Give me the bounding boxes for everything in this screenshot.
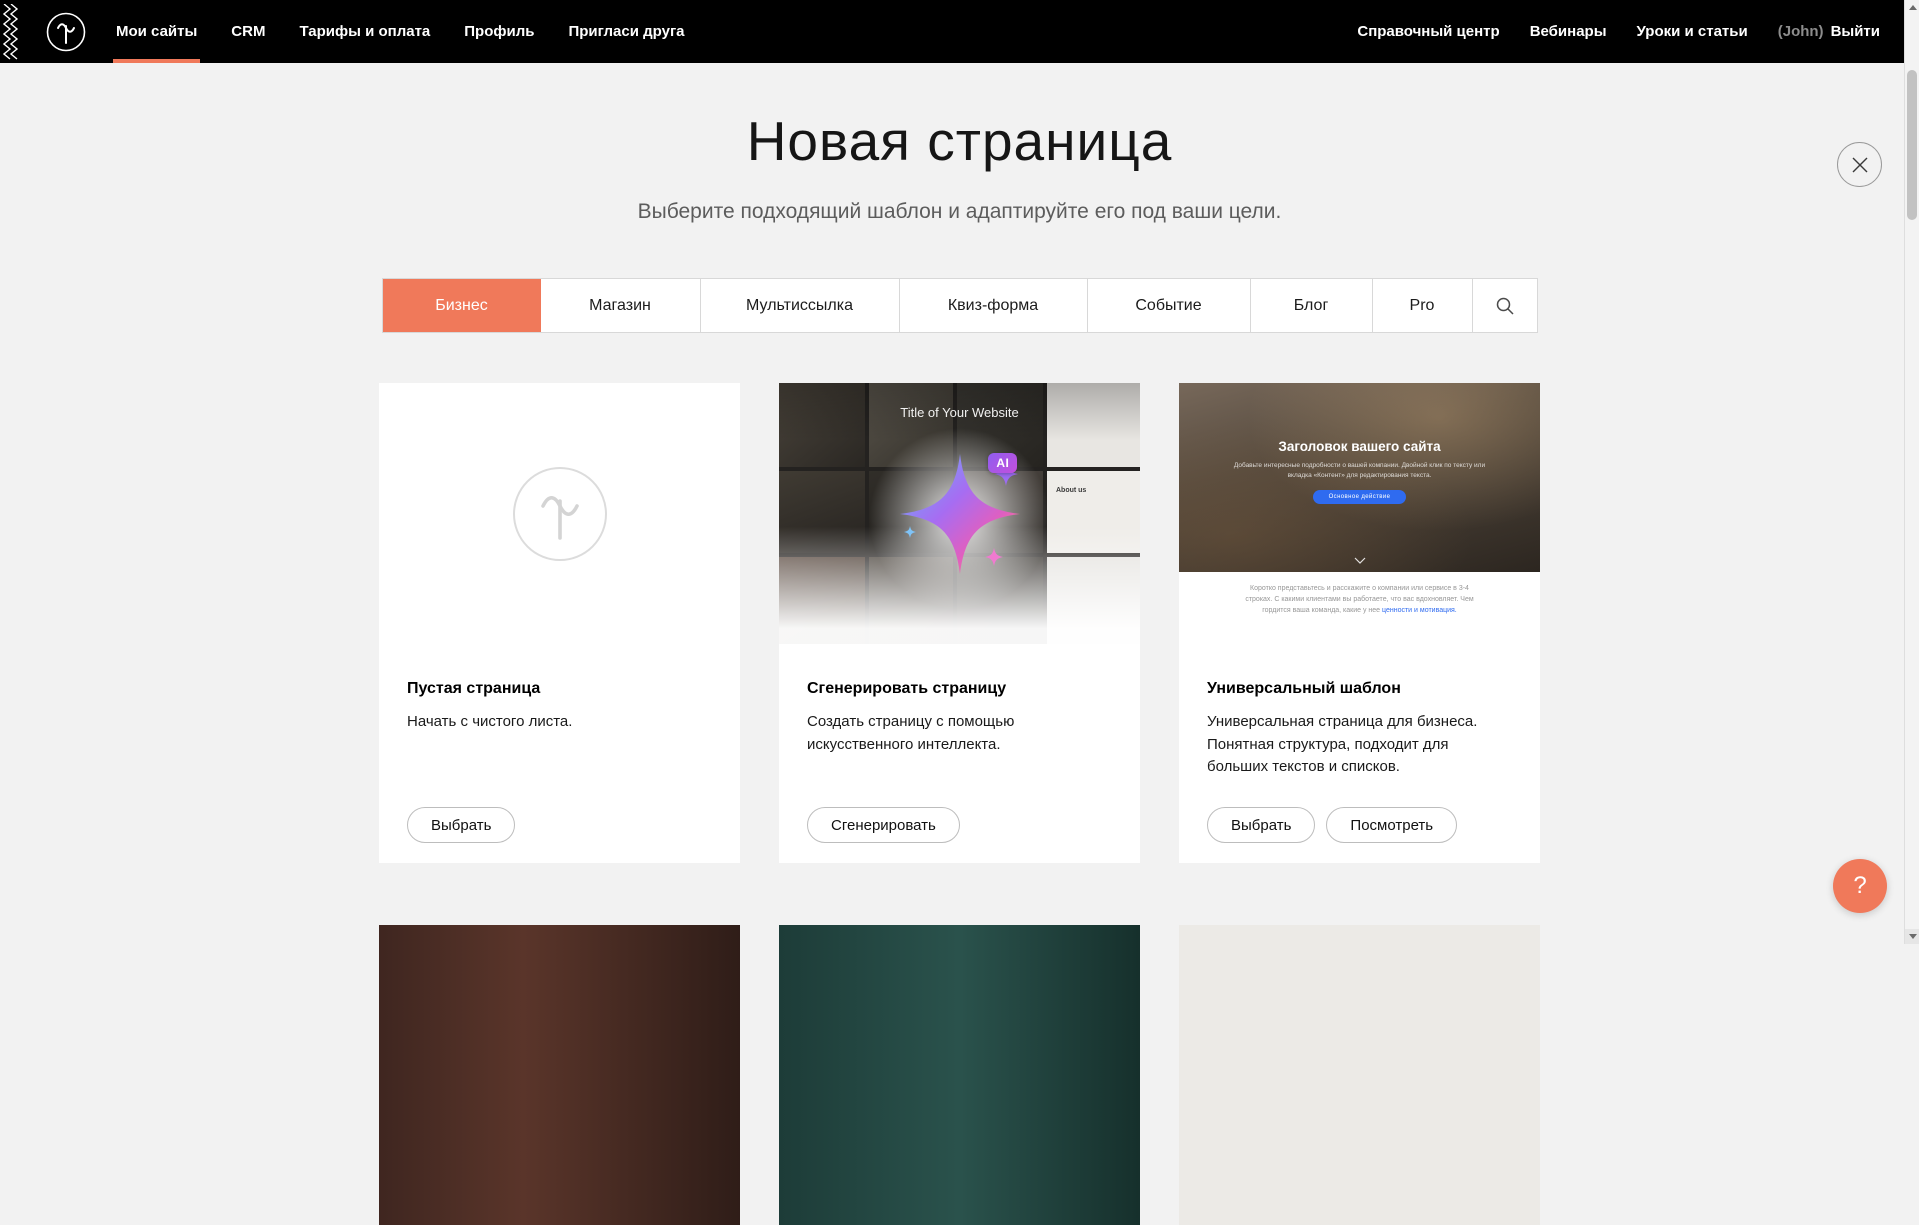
new-page-dialog: Новая страница Выберите подходящий шабло…: [0, 109, 1919, 1225]
universal-template-preview: Заголовок вашего сайта Добавьте интересн…: [1179, 383, 1540, 644]
tab-blog[interactable]: Блог: [1251, 279, 1373, 332]
template-hero-subtext: Добавьте интересные подробности о вашей …: [1230, 461, 1490, 481]
template-card[interactable]: [1179, 925, 1540, 1225]
card-blank-page: Пустая страница Начать с чистого листа. …: [379, 383, 740, 863]
template-category-tabs: Бизнес Магазин Мультиссылка Квиз-форма С…: [382, 278, 1538, 333]
template-preview-image: [779, 925, 1140, 1225]
blank-page-preview: [379, 383, 740, 644]
select-blank-button[interactable]: Выбрать: [407, 807, 515, 843]
tab-pro[interactable]: Pro: [1373, 279, 1473, 332]
tab-multilink[interactable]: Мультиссылка: [701, 279, 900, 332]
card-description: Универсальная страница для бизнеса. Поня…: [1207, 711, 1512, 779]
template-link: ценности и мотивация.: [1382, 607, 1457, 614]
template-preview-image: [1179, 925, 1540, 1225]
tilda-logo[interactable]: [46, 12, 86, 52]
page-title: Новая страница: [0, 109, 1919, 173]
template-cta-button: Основное действие: [1313, 490, 1407, 504]
card-body: Универсальный шаблон Универсальная стран…: [1179, 644, 1540, 863]
close-button[interactable]: [1837, 142, 1882, 187]
tab-business[interactable]: Бизнес: [383, 279, 541, 332]
card-actions: Выбрать Посмотреть: [1207, 807, 1512, 843]
nav-tariffs[interactable]: Тарифы и оплата: [299, 0, 430, 63]
nav-webinars[interactable]: Вебинары: [1530, 23, 1607, 40]
card-title: Пустая страница: [407, 680, 712, 698]
card-actions: Выбрать: [407, 807, 712, 843]
template-cards-grid-row2: [379, 925, 1540, 1225]
scrollbar-thumb[interactable]: [1907, 70, 1917, 220]
user-name: (John): [1778, 23, 1824, 40]
triangle-down-icon: [1909, 934, 1917, 939]
preview-site-title: Title of Your Website: [779, 405, 1140, 420]
close-icon: [1851, 156, 1869, 174]
ai-badge: AI: [988, 453, 1017, 473]
page-scrollbar[interactable]: [1904, 0, 1919, 944]
template-card[interactable]: [379, 925, 740, 1225]
logout-link[interactable]: Выйти: [1831, 23, 1880, 40]
card-universal-template: Заголовок вашего сайта Добавьте интересн…: [1179, 383, 1540, 863]
card-actions: Сгенерировать: [807, 807, 1112, 843]
secondary-navigation: Справочный центр Вебинары Уроки и статьи…: [1357, 0, 1904, 63]
card-ai-generate: About us Title of Your Website: [779, 383, 1140, 863]
ai-preview: About us Title of Your Website: [779, 383, 1140, 644]
main-navigation: Мои сайты CRM Тарифы и оплата Профиль Пр…: [116, 0, 685, 63]
nav-help-center[interactable]: Справочный центр: [1357, 23, 1499, 40]
view-universal-button[interactable]: Посмотреть: [1326, 807, 1457, 843]
triangle-up-icon: [1909, 5, 1917, 10]
tab-store[interactable]: Магазин: [541, 279, 701, 332]
scrollbar-down-arrow[interactable]: [1905, 929, 1919, 944]
user-logout[interactable]: (John) Выйти: [1778, 23, 1880, 40]
nav-lessons[interactable]: Уроки и статьи: [1637, 23, 1748, 40]
nav-profile[interactable]: Профиль: [464, 0, 534, 63]
page-subtitle: Выберите подходящий шаблон и адаптируйте…: [0, 200, 1919, 224]
template-cards-grid: Пустая страница Начать с чистого листа. …: [379, 383, 1540, 863]
tab-event[interactable]: Событие: [1088, 279, 1251, 332]
card-body: Сгенерировать страницу Создать страницу …: [779, 644, 1140, 863]
card-title: Сгенерировать страницу: [807, 680, 1112, 698]
template-hero: Заголовок вашего сайта Добавьте интересн…: [1179, 383, 1540, 572]
template-hero-heading: Заголовок вашего сайта: [1179, 439, 1540, 454]
template-card[interactable]: [779, 925, 1140, 1225]
generate-button[interactable]: Сгенерировать: [807, 807, 960, 843]
nav-invite-friend[interactable]: Пригласи друга: [568, 0, 684, 63]
search-templates-button[interactable]: [1473, 279, 1537, 332]
zigzag-pattern-icon: [0, 0, 22, 63]
nav-crm[interactable]: CRM: [231, 0, 265, 63]
select-universal-button[interactable]: Выбрать: [1207, 807, 1315, 843]
help-button[interactable]: ?: [1833, 859, 1887, 913]
template-preview-image: [379, 925, 740, 1225]
card-description: Начать с чистого листа.: [407, 711, 712, 734]
scrollbar-up-arrow[interactable]: [1905, 0, 1919, 15]
card-body: Пустая страница Начать с чистого листа. …: [379, 644, 740, 863]
tab-quiz[interactable]: Квиз-форма: [900, 279, 1088, 332]
card-title: Универсальный шаблон: [1207, 680, 1512, 698]
nav-my-sites[interactable]: Мои сайты: [116, 0, 197, 63]
search-icon: [1495, 296, 1515, 316]
template-paragraph: Коротко представьтесь и расскажите о ком…: [1237, 583, 1483, 617]
chevron-down-icon: [1354, 557, 1366, 564]
ai-sparkle-icon: [876, 430, 1044, 598]
tilda-watermark-icon: [511, 465, 609, 563]
top-navbar: Мои сайты CRM Тарифы и оплата Профиль Пр…: [0, 0, 1904, 63]
card-description: Создать страницу с помощью искусственног…: [807, 711, 1112, 756]
template-body: Коротко представьтесь и расскажите о ком…: [1179, 572, 1540, 644]
